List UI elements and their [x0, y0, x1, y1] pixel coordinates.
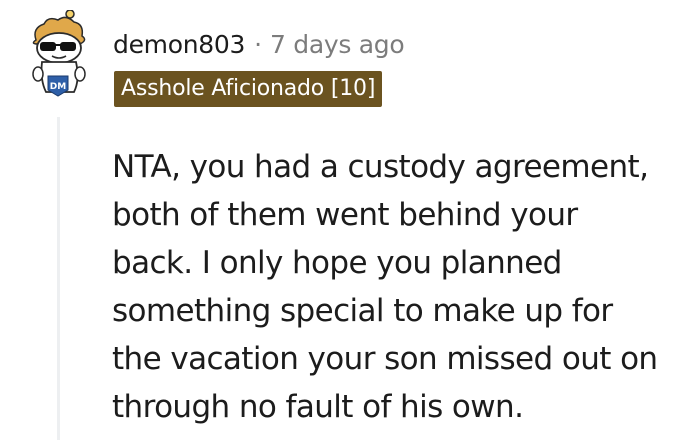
- comment-timestamp[interactable]: 7 days ago: [270, 30, 405, 59]
- avatar-badge-text: DM: [50, 82, 66, 92]
- user-avatar[interactable]: DM: [22, 9, 94, 100]
- comment-body-line: back. I only hope you planned: [112, 245, 562, 281]
- comment-body-line: through no fault of his own.: [112, 389, 524, 425]
- comment-body-line: NTA, you had a custody agreement,: [112, 149, 649, 185]
- comment: DM demon803 · 7 days ago Asshole Aficion…: [0, 0, 700, 440]
- comment-body: NTA, you had a custody agreement, both o…: [112, 143, 692, 431]
- comment-header: demon803 · 7 days ago: [113, 24, 405, 64]
- comment-body-line: both of them went behind your: [112, 197, 578, 233]
- comment-body-line: something special to make up for: [112, 293, 613, 329]
- author-username[interactable]: demon803: [113, 30, 245, 59]
- user-flair: Asshole Aficionado [10]: [114, 71, 383, 107]
- meta-separator: ·: [254, 29, 263, 59]
- thread-collapse-line[interactable]: [57, 117, 60, 440]
- snoo-avatar-icon: DM: [32, 9, 86, 97]
- comment-body-line: the vacation your son missed out on: [112, 341, 658, 377]
